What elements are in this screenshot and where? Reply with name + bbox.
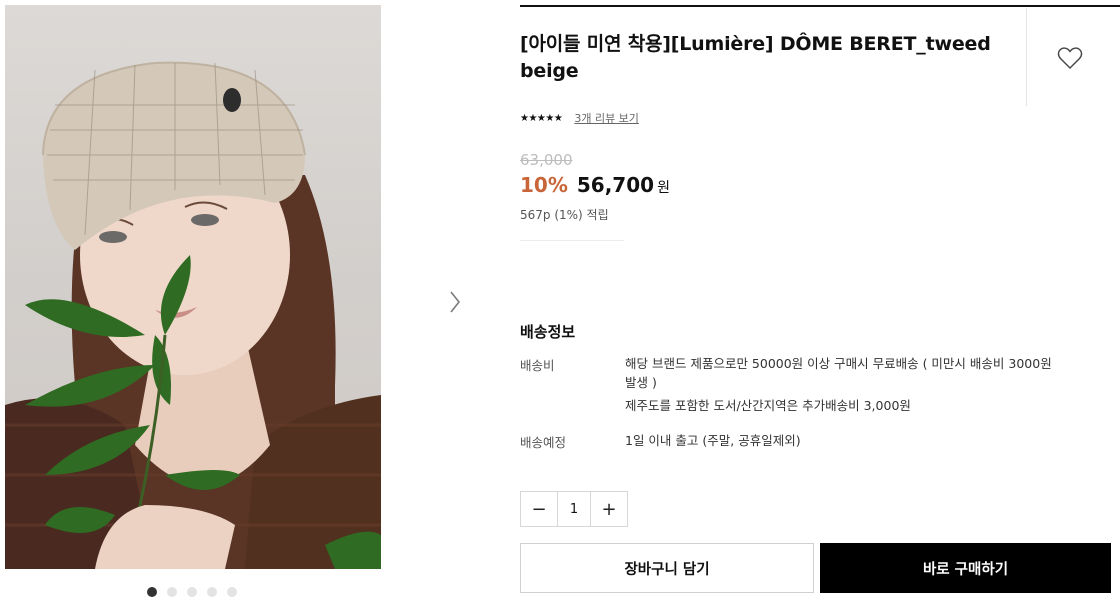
shipping-extra-fee: 제주도를 포함한 도서/산간지역은 추가배송비 3,000원 bbox=[625, 398, 911, 413]
quantity-decrease-button[interactable]: − bbox=[521, 492, 557, 526]
wishlist-box bbox=[1026, 8, 1120, 106]
quantity-value[interactable]: 1 bbox=[557, 492, 591, 526]
pagination-dot[interactable] bbox=[227, 587, 237, 597]
shipping-fee-info: 해당 브랜드 제품으로만 50000원 이상 구매시 무료배송 ( 미만시 배송… bbox=[625, 354, 1105, 392]
heart-outline-icon[interactable] bbox=[1057, 46, 1083, 70]
product-image bbox=[5, 5, 381, 569]
image-pagination bbox=[147, 587, 237, 597]
quantity-increase-button[interactable]: + bbox=[591, 492, 627, 526]
reward-points: 567p (1%) 적립 bbox=[520, 208, 609, 222]
shipping-fee-line2: 발생 ) bbox=[625, 375, 657, 390]
product-photo-illustration bbox=[5, 61, 381, 569]
review-link[interactable]: 3개 리뷰 보기 bbox=[574, 110, 639, 126]
product-title-line2: beige bbox=[520, 60, 579, 82]
star-rating: ★★★★★ bbox=[520, 112, 563, 124]
original-price: 63,000 bbox=[520, 151, 573, 169]
rating-row: ★★★★★ 3개 리뷰 보기 bbox=[520, 110, 639, 126]
discount-rate: 10% bbox=[520, 173, 568, 197]
currency-unit: 원 bbox=[657, 180, 670, 196]
pagination-dot[interactable] bbox=[167, 587, 177, 597]
pagination-dot[interactable] bbox=[187, 587, 197, 597]
top-divider bbox=[520, 5, 1120, 7]
buy-now-button[interactable]: 바로 구매하기 bbox=[820, 543, 1111, 593]
next-image-button[interactable] bbox=[444, 288, 466, 316]
delivery-eta-value: 1일 이내 출고 (주말, 공휴일제외) bbox=[625, 433, 801, 448]
pagination-dot[interactable] bbox=[207, 587, 217, 597]
shipping-fee-label: 배송비 bbox=[520, 358, 555, 373]
price-divider bbox=[520, 240, 624, 241]
price-row: 10% 56,700 원 bbox=[520, 173, 670, 197]
sale-price: 56,700 bbox=[576, 173, 655, 197]
shipping-fee-line1: 해당 브랜드 제품으로만 50000원 이상 구매시 무료배송 ( 미만시 배송… bbox=[625, 356, 1052, 371]
chevron-right-icon bbox=[450, 291, 461, 313]
quantity-stepper: − 1 + bbox=[520, 491, 628, 527]
pagination-dot[interactable] bbox=[147, 587, 157, 597]
product-title: [아이들 미연 착용][Lumière] DÔME BERET_tweed be… bbox=[520, 31, 1000, 85]
delivery-eta-label: 배송예정 bbox=[520, 435, 567, 450]
shipping-section-title: 배송정보 bbox=[520, 323, 576, 341]
product-title-line1: [아이들 미연 착용][Lumière] DÔME BERET_tweed bbox=[520, 33, 991, 55]
add-to-cart-button[interactable]: 장바구니 담기 bbox=[520, 543, 814, 593]
